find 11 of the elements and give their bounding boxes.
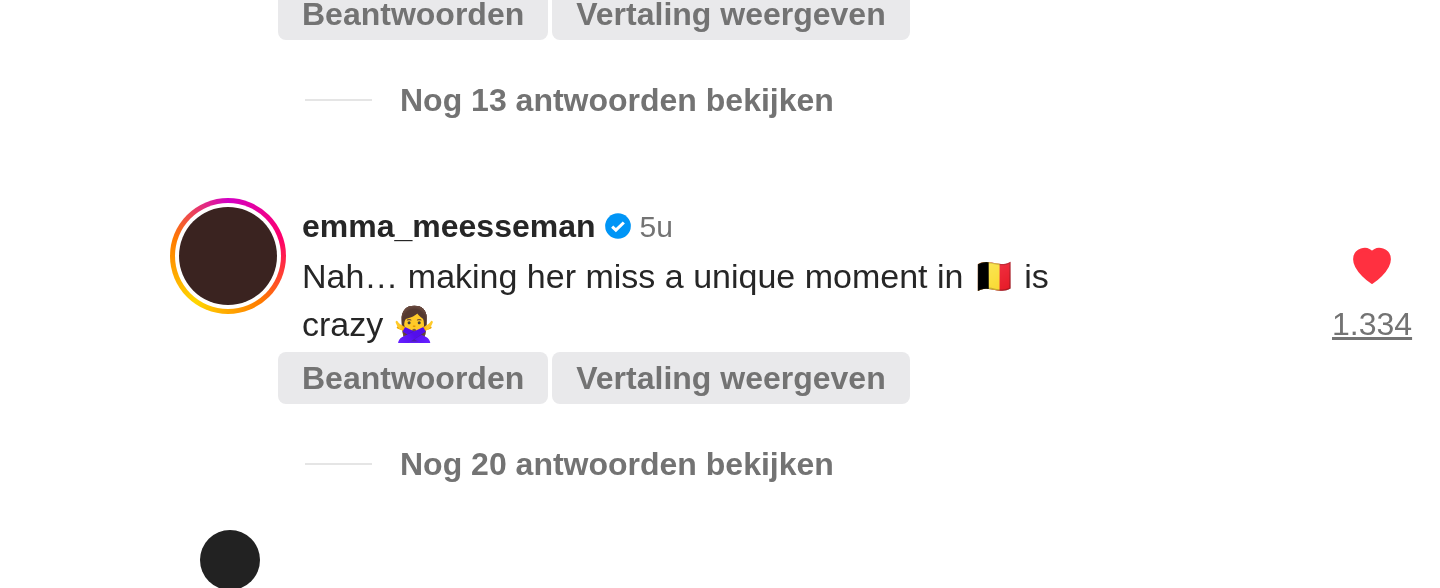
view-replies-link[interactable]: Nog 20 antwoorden bekijken: [400, 440, 834, 488]
comment-action-button[interactable]: Beantwoorden: [278, 0, 549, 40]
comment-action-button[interactable]: Beantwoorden: [278, 352, 549, 404]
avatar-placeholder[interactable]: [200, 530, 260, 588]
comment-time: 5u: [639, 208, 673, 245]
comment-action-button[interactable]: Vertaling weergeven: [552, 0, 910, 40]
comment-action-button[interactable]: Vertaling weergeven: [552, 352, 910, 404]
comment-text: Nah… making her miss a unique moment in 🇧🇪 is crazy 🙅‍♀: [302, 256, 1050, 345]
like-count[interactable]: 1.334: [1332, 300, 1413, 348]
username[interactable]: emma_meesseman: [302, 202, 596, 250]
view-replies-link[interactable]: Nog 13 antwoorden bekijken: [400, 76, 834, 124]
